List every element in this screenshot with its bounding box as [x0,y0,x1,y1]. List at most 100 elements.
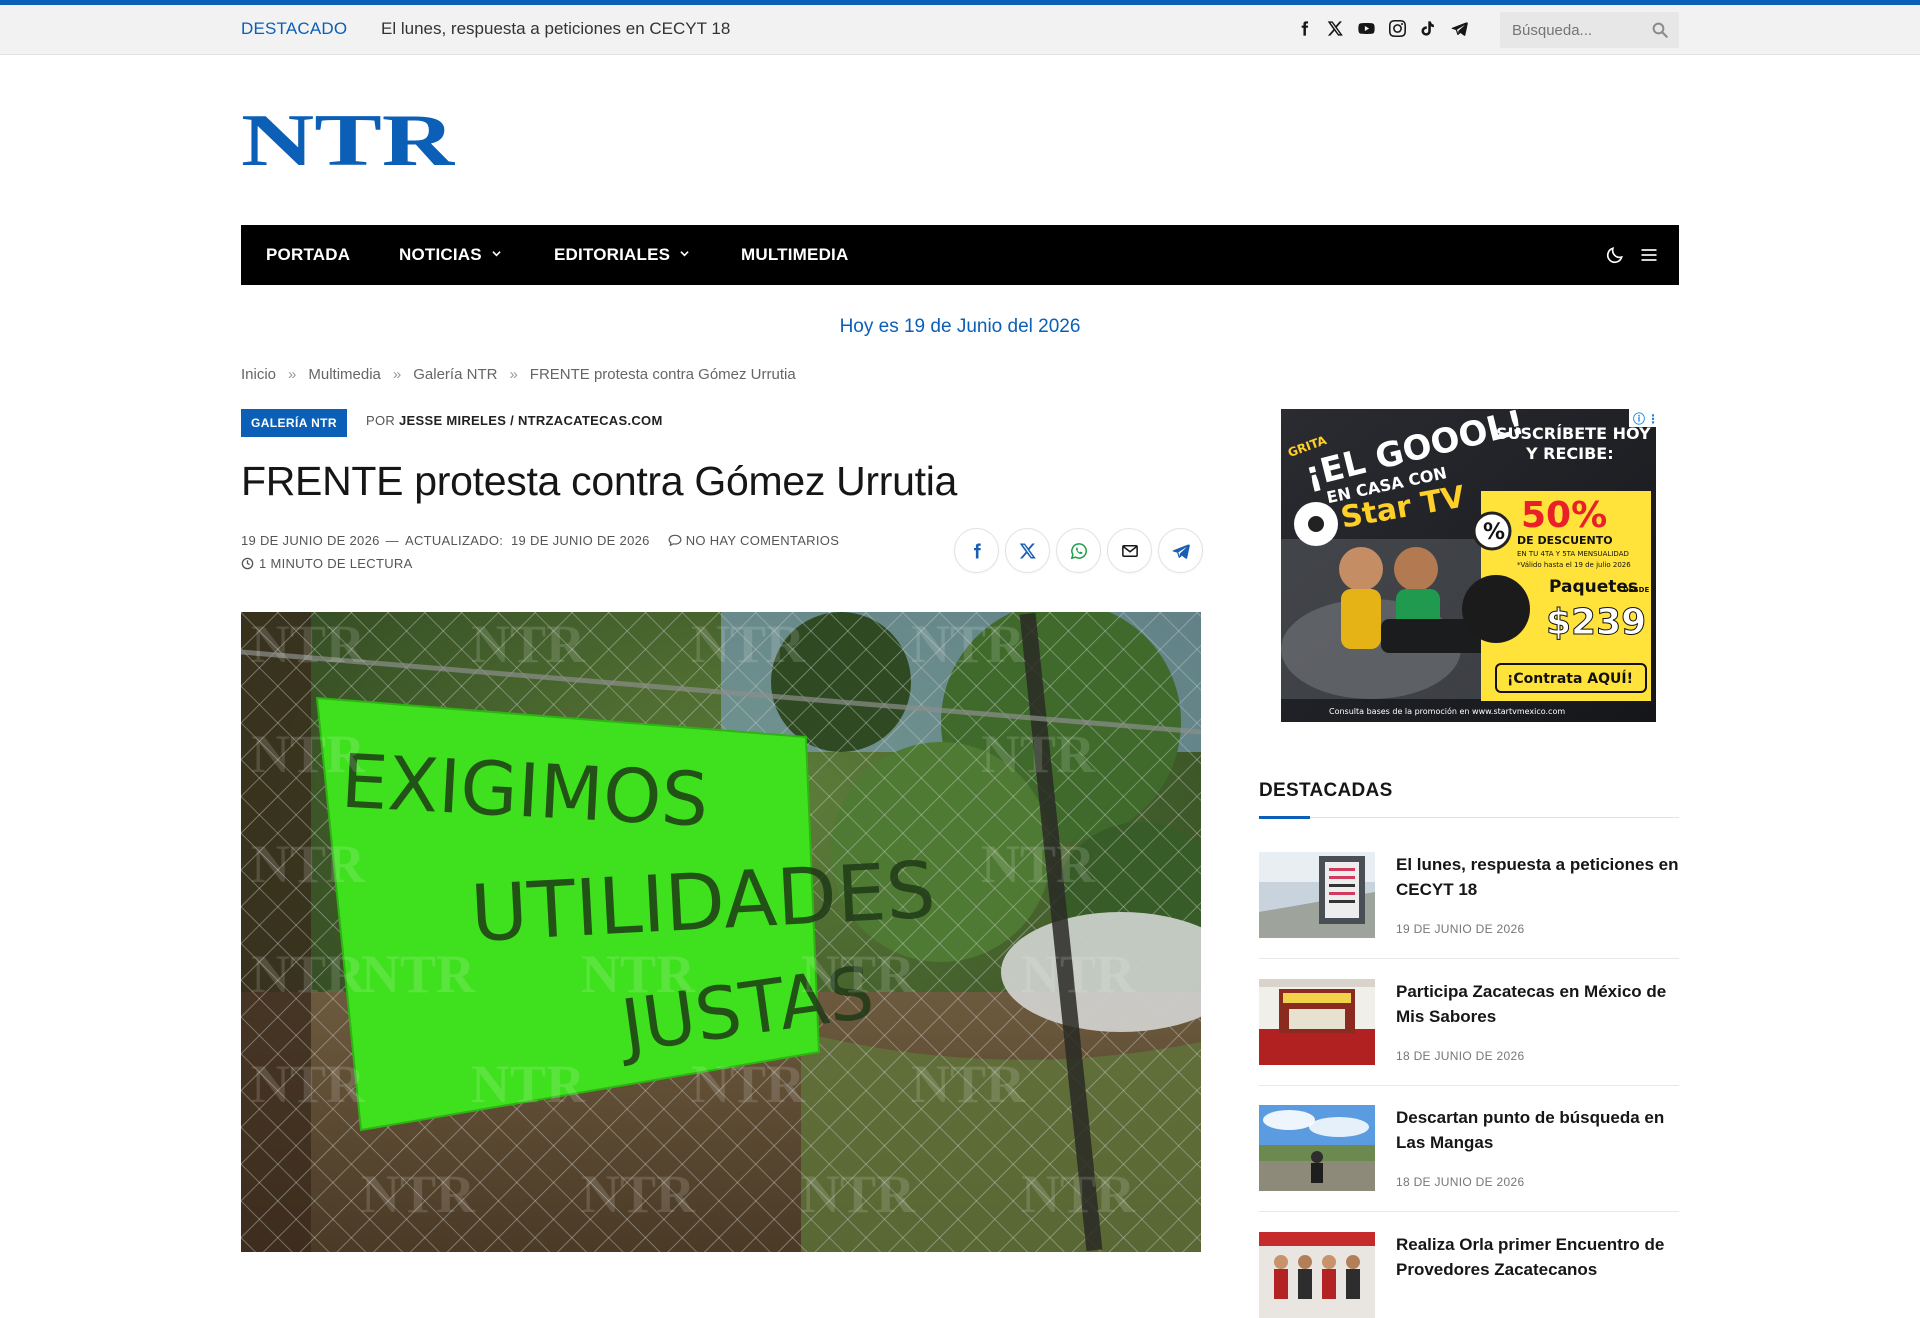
comments-link[interactable]: NO HAY COMENTARIOS [686,533,839,548]
post-title[interactable]: Realiza Orla primer Encuentro de Provedo… [1396,1232,1679,1282]
tiktok-icon[interactable] [1419,17,1438,39]
comment-icon [668,534,682,546]
sidebar-section-title: DESTACADAS [1259,780,1393,801]
post-date: 19 DE JUNIO DE 2026 [1396,922,1525,936]
sidebar-post[interactable]: Participa Zacatecas en México de Mis Sab… [1259,979,1679,1069]
x-icon[interactable] [1326,17,1345,39]
breadcrumb-multimedia[interactable]: Multimedia [308,366,381,383]
updated-date: 19 DE JUNIO DE 2026 [511,533,650,548]
nav-item-label: PORTADA [266,245,351,264]
breadcrumb-separator: » [392,366,402,383]
author-link[interactable]: JESSE MIRELES / NTRZACATECAS.COM [399,413,663,428]
watermark: NTR [801,1164,916,1224]
instagram-icon[interactable] [1388,17,1407,39]
facebook-icon[interactable] [1295,17,1314,39]
thumb-image [1259,852,1375,938]
ad-percent: 50% [1521,495,1607,536]
ad-price: $239 [1546,602,1646,643]
breadcrumb-separator: » [509,366,518,383]
watermark: NTR [1021,944,1136,1004]
nav-item-label: EDITORIALES [554,245,671,264]
post-thumbnail[interactable] [1259,979,1375,1065]
advertisement-banner[interactable]: % GRITA ¡EL GOOOL! EN CASA CON Star TV S… [1281,409,1656,722]
watermark: NTR [801,944,916,1004]
read-time: 1 MINUTO DE LECTURA [241,556,413,571]
watermark: NTR [471,614,586,674]
search-input[interactable] [1500,12,1640,48]
telegram-icon [1172,543,1190,559]
facebook-share-button[interactable] [954,528,999,573]
sidebar-post[interactable]: Realiza Orla primer Encuentro de Provedo… [1259,1232,1679,1318]
watermark: NTR [361,944,476,1004]
search-icon[interactable] [1651,21,1669,39]
clock-icon [241,557,254,570]
ad-suscribete: SUSCRÍBETE HOY [1496,424,1651,443]
svg-text:%: % [1483,520,1505,545]
ad-discount: DE DESCUENTO [1517,534,1613,547]
telegram-icon[interactable] [1450,17,1469,39]
sidebar-post[interactable]: El lunes, respuesta a peticiones en CECY… [1259,852,1679,942]
nav-item-noticias[interactable]: NOTICIAS [399,225,501,285]
post-title[interactable]: El lunes, respuesta a peticiones en CECY… [1396,852,1679,902]
x-share-button[interactable] [1005,528,1050,573]
article-hero-image: EXIGIMOS UTILIDADES JUSTAS NTR NTR NTR N… [241,612,1201,1252]
hamburger-menu-icon[interactable] [1639,245,1659,265]
watermark: NTR [691,1054,806,1114]
watermark: NTR [251,614,366,674]
dark-mode-moon-icon[interactable] [1605,245,1625,265]
site-logo[interactable]: NTR [241,110,455,168]
nav-item-label: MULTIMEDIA [741,245,849,264]
watermark: NTR [691,614,806,674]
trending-headline-link[interactable]: El lunes, respuesta a peticiones en CECY… [381,19,730,39]
top-bar: DESTACADO El lunes, respuesta a peticion… [0,0,1920,55]
post-divider [1259,1085,1679,1086]
ad-recibe: Y RECIBE: [1525,444,1614,463]
breadcrumb-separator: » [288,366,297,383]
byline: POR JESSE MIRELES / NTRZACATECAS.COM [366,413,663,428]
watermark: NTR [911,614,1026,674]
ad-options-icon[interactable]: ⋮ [1647,412,1656,426]
ad-cta: ¡Contrata AQUÍ! [1507,670,1633,687]
email-icon [1121,544,1138,557]
breadcrumb-home[interactable]: Inicio [241,366,276,383]
watermark: NTR [361,1164,476,1224]
thumb-image [1259,1105,1375,1191]
sidebar-title-accent [1259,816,1310,819]
watermark: NTR [1021,1164,1136,1224]
breadcrumb-galeria[interactable]: Galería NTR [413,366,497,383]
breadcrumb: Inicio » Multimedia » Galería NTR » FRENTE pro… [241,366,796,383]
post-thumbnail[interactable] [1259,1105,1375,1191]
post-title[interactable]: Descartan punto de búsqueda en Las Manga… [1396,1105,1679,1155]
nav-item-editoriales[interactable]: EDITORIALES [554,225,689,285]
publish-date: 19 DE JUNIO DE 2026 [241,533,380,548]
nav-item-multimedia[interactable]: MULTIMEDIA [741,225,848,285]
post-thumbnail[interactable] [1259,852,1375,938]
top-bar-inner: DESTACADO El lunes, respuesta a peticion… [241,5,1679,55]
ad-desde: DESDE [1623,586,1649,594]
trending-label: DESTACADO [241,19,348,38]
category-badge[interactable]: GALERÍA NTR [241,409,347,437]
meta-dash: — [385,533,399,548]
nav-item-portada[interactable]: PORTADA [266,225,350,285]
search-box [1500,12,1679,48]
ad-discount-sub: EN TU 4TA Y 5TA MENSUALIDAD [1517,550,1629,558]
ad-info-icon[interactable]: ⓘ [1633,411,1645,426]
post-thumbnail[interactable] [1259,1232,1375,1318]
watermark: NTR [981,724,1096,784]
logo-text: NTR [241,110,455,168]
email-share-button[interactable] [1107,528,1152,573]
chevron-down-icon [680,251,689,257]
watermark: NTR [251,944,366,1004]
post-title[interactable]: Participa Zacatecas en México de Mis Sab… [1396,979,1679,1029]
watermark: NTR [581,1164,696,1224]
byline-prefix: POR [366,413,396,428]
main-nav: PORTADA NOTICIAS EDITORIALES MULTIMEDIA [241,225,1679,285]
sidebar-post[interactable]: Descartan punto de búsqueda en Las Manga… [1259,1105,1679,1195]
whatsapp-share-button[interactable] [1056,528,1101,573]
whatsapp-icon [1070,542,1087,559]
youtube-icon[interactable] [1357,17,1376,39]
thumb-image [1259,1232,1375,1318]
post-divider [1259,958,1679,959]
telegram-share-button[interactable] [1158,528,1203,573]
facebook-icon [973,543,981,558]
